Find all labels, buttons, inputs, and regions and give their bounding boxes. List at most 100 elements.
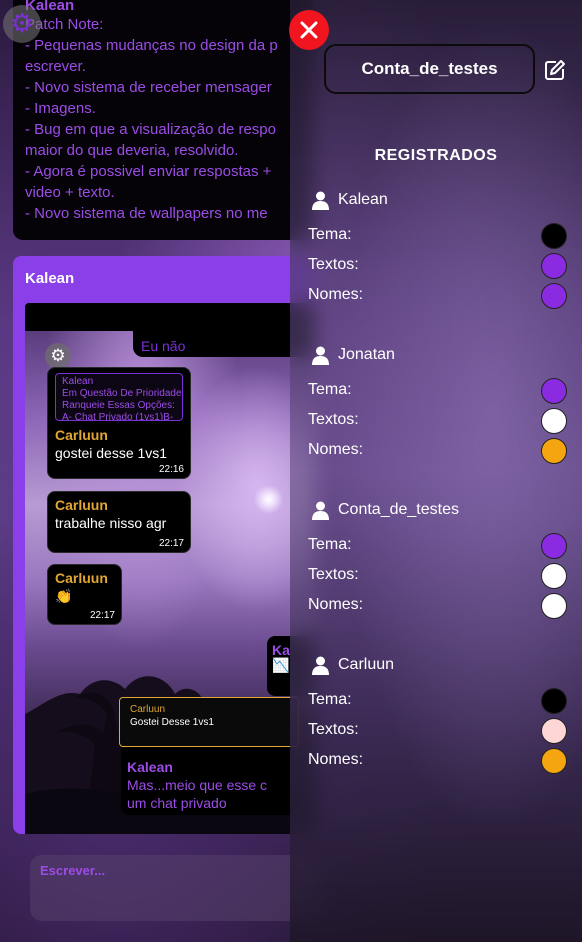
user-name: Jonatan [338, 346, 395, 363]
quoted-line: Ranqueie Essas Opções: [62, 400, 175, 411]
user-name: Kalean [338, 191, 388, 208]
user-icon [312, 501, 329, 520]
pref-row-nomes: Nomes: [308, 438, 568, 464]
section-title: REGISTRADOS [374, 147, 498, 164]
user-icon [312, 191, 329, 210]
quoted-message[interactable]: Carluun Gostei Desse 1vs1 [119, 697, 299, 747]
pref-label: Nomes: [308, 596, 364, 613]
pref-row-tema: Tema: [308, 688, 568, 714]
color-swatch-textos[interactable] [541, 718, 567, 744]
pref-label: Nomes: [308, 751, 364, 768]
patch-note-line: Patch Note: [25, 16, 104, 33]
message-time: 22:16 [158, 464, 184, 475]
pref-label: Tema: [308, 536, 352, 553]
close-button[interactable] [289, 10, 329, 50]
bubble-settings-gear-icon[interactable]: ⚙ [45, 343, 71, 369]
patch-note-line: escrever. [25, 58, 86, 75]
color-swatch-textos[interactable] [541, 563, 567, 589]
patch-note-card: Kalean Patch Note: - Pequenas mudanças n… [13, 0, 313, 240]
message-author: Kalean [127, 759, 173, 775]
quoted-line: Em Questão De Prioridade, [62, 388, 183, 399]
message-text: um chat privado [127, 795, 227, 811]
pref-label: Textos: [308, 721, 359, 738]
pref-row-tema: Tema: [308, 378, 568, 404]
user-header: Conta_de_testes [312, 498, 459, 522]
color-swatch-nomes[interactable] [541, 593, 567, 619]
pref-row-textos: Textos: [308, 408, 568, 434]
pref-label: Tema: [308, 226, 352, 243]
pref-row-tema: Tema: [308, 223, 568, 249]
pref-row-nomes: Nomes: [308, 593, 568, 619]
color-swatch-textos[interactable] [541, 408, 567, 434]
compose-input[interactable]: Escrever... [30, 855, 320, 921]
message-text: 👏 [55, 588, 73, 604]
patch-note-line: - Novo sistema de wallpapers no me [25, 205, 268, 222]
patch-note-author: Kalean [25, 0, 75, 14]
user-header: Kalean [312, 188, 388, 212]
compose-placeholder: Escrever... [40, 863, 106, 878]
chat-card-title: Kalean [25, 270, 75, 287]
color-swatch-nomes[interactable] [541, 283, 567, 309]
account-name: Conta_de_testes [361, 59, 498, 78]
color-swatch-tema[interactable] [541, 223, 567, 249]
patch-note-line: - Novo sistema de receber mensager [25, 79, 272, 96]
message-bubble[interactable]: Carluun 👏 22:17 [47, 564, 122, 625]
message-author: Carluun [55, 570, 108, 586]
user-entry: Kalean Tema: Textos: Nomes: [308, 188, 568, 318]
message-time: 22:17 [158, 538, 184, 549]
close-icon [300, 21, 318, 39]
pref-row-textos: Textos: [308, 563, 568, 589]
color-swatch-nomes[interactable] [541, 438, 567, 464]
quoted-line: A- Chat Privado (1vs1)B- [62, 412, 174, 421]
message-bubble[interactable]: Carluun trabalhe nisso agr 22:17 [47, 491, 191, 553]
user-name: Conta_de_testes [338, 501, 459, 518]
user-entry: Jonatan Tema: Textos: Nomes: [308, 343, 568, 473]
edit-icon[interactable] [544, 59, 566, 81]
pref-label: Nomes: [308, 286, 364, 303]
pref-row-nomes: Nomes: [308, 748, 568, 774]
color-swatch-tema[interactable] [541, 378, 567, 404]
quoted-message[interactable]: Kalean Em Questão De Prioridade, Ranquei… [55, 373, 183, 421]
color-swatch-textos[interactable] [541, 253, 567, 279]
quoted-text: Gostei Desse 1vs1 [130, 717, 214, 728]
message-time: 22:17 [89, 610, 115, 621]
message-text: Mas...meio que esse c [127, 777, 268, 793]
patch-note-line: maior do que deveria, resolvido. [25, 142, 239, 159]
pref-label: Tema: [308, 381, 352, 398]
user-entry: Conta_de_testes Tema: Textos: Nomes: [308, 498, 568, 628]
pref-label: Textos: [308, 566, 359, 583]
patch-note-line: - Agora é possivel enviar respostas + [25, 163, 272, 180]
message-text: trabalhe nisso agr [55, 515, 167, 531]
pref-row-tema: Tema: [308, 533, 568, 559]
app-screen: Kalean Patch Note: - Pequenas mudanças n… [0, 0, 582, 942]
account-name-box[interactable]: Conta_de_testes [324, 44, 535, 94]
message-bubble[interactable]: Kalean Em Questão De Prioridade, Ranquei… [47, 367, 191, 479]
patch-note-line: - Pequenas mudanças no design da p [25, 37, 278, 54]
patch-note-line: - Imagens. [25, 100, 96, 117]
user-icon [312, 656, 329, 675]
quoted-author: Carluun [130, 704, 166, 715]
chat-wallpaper-view[interactable]: Eu não ⚙ Kalean Em Questão De Prioridade… [25, 303, 315, 834]
message-bubble[interactable]: Eu não [133, 317, 315, 357]
quoted-author: Kalean [62, 376, 94, 387]
message-bubble[interactable]: Carluun Gostei Desse 1vs1 Kalean Mas...m… [119, 697, 315, 815]
pref-label: Textos: [308, 256, 359, 273]
pref-label: Textos: [308, 411, 359, 428]
reply-content: Kalean Mas...meio que esse c um chat pri… [127, 759, 267, 812]
pref-label: Nomes: [308, 441, 364, 458]
color-swatch-tema[interactable] [541, 688, 567, 714]
pref-row-textos: Textos: [308, 718, 568, 744]
message-author: Carluun [55, 497, 108, 513]
user-name: Carluun [338, 656, 395, 673]
settings-gear-icon[interactable]: ⚙ [3, 5, 41, 43]
patch-note-line: video + texto. [25, 184, 115, 201]
chat-card: Kalean Eu não ⚙ Kalean Em Questão De Pri… [13, 256, 315, 834]
message-author: Carluun [55, 427, 108, 443]
message-text: gostei desse 1vs1 [55, 445, 168, 461]
user-header: Carluun [312, 653, 394, 677]
user-icon [312, 346, 329, 365]
color-swatch-tema[interactable] [541, 533, 567, 559]
color-swatch-nomes[interactable] [541, 748, 567, 774]
pref-row-textos: Textos: [308, 253, 568, 279]
pref-label: Tema: [308, 691, 352, 708]
